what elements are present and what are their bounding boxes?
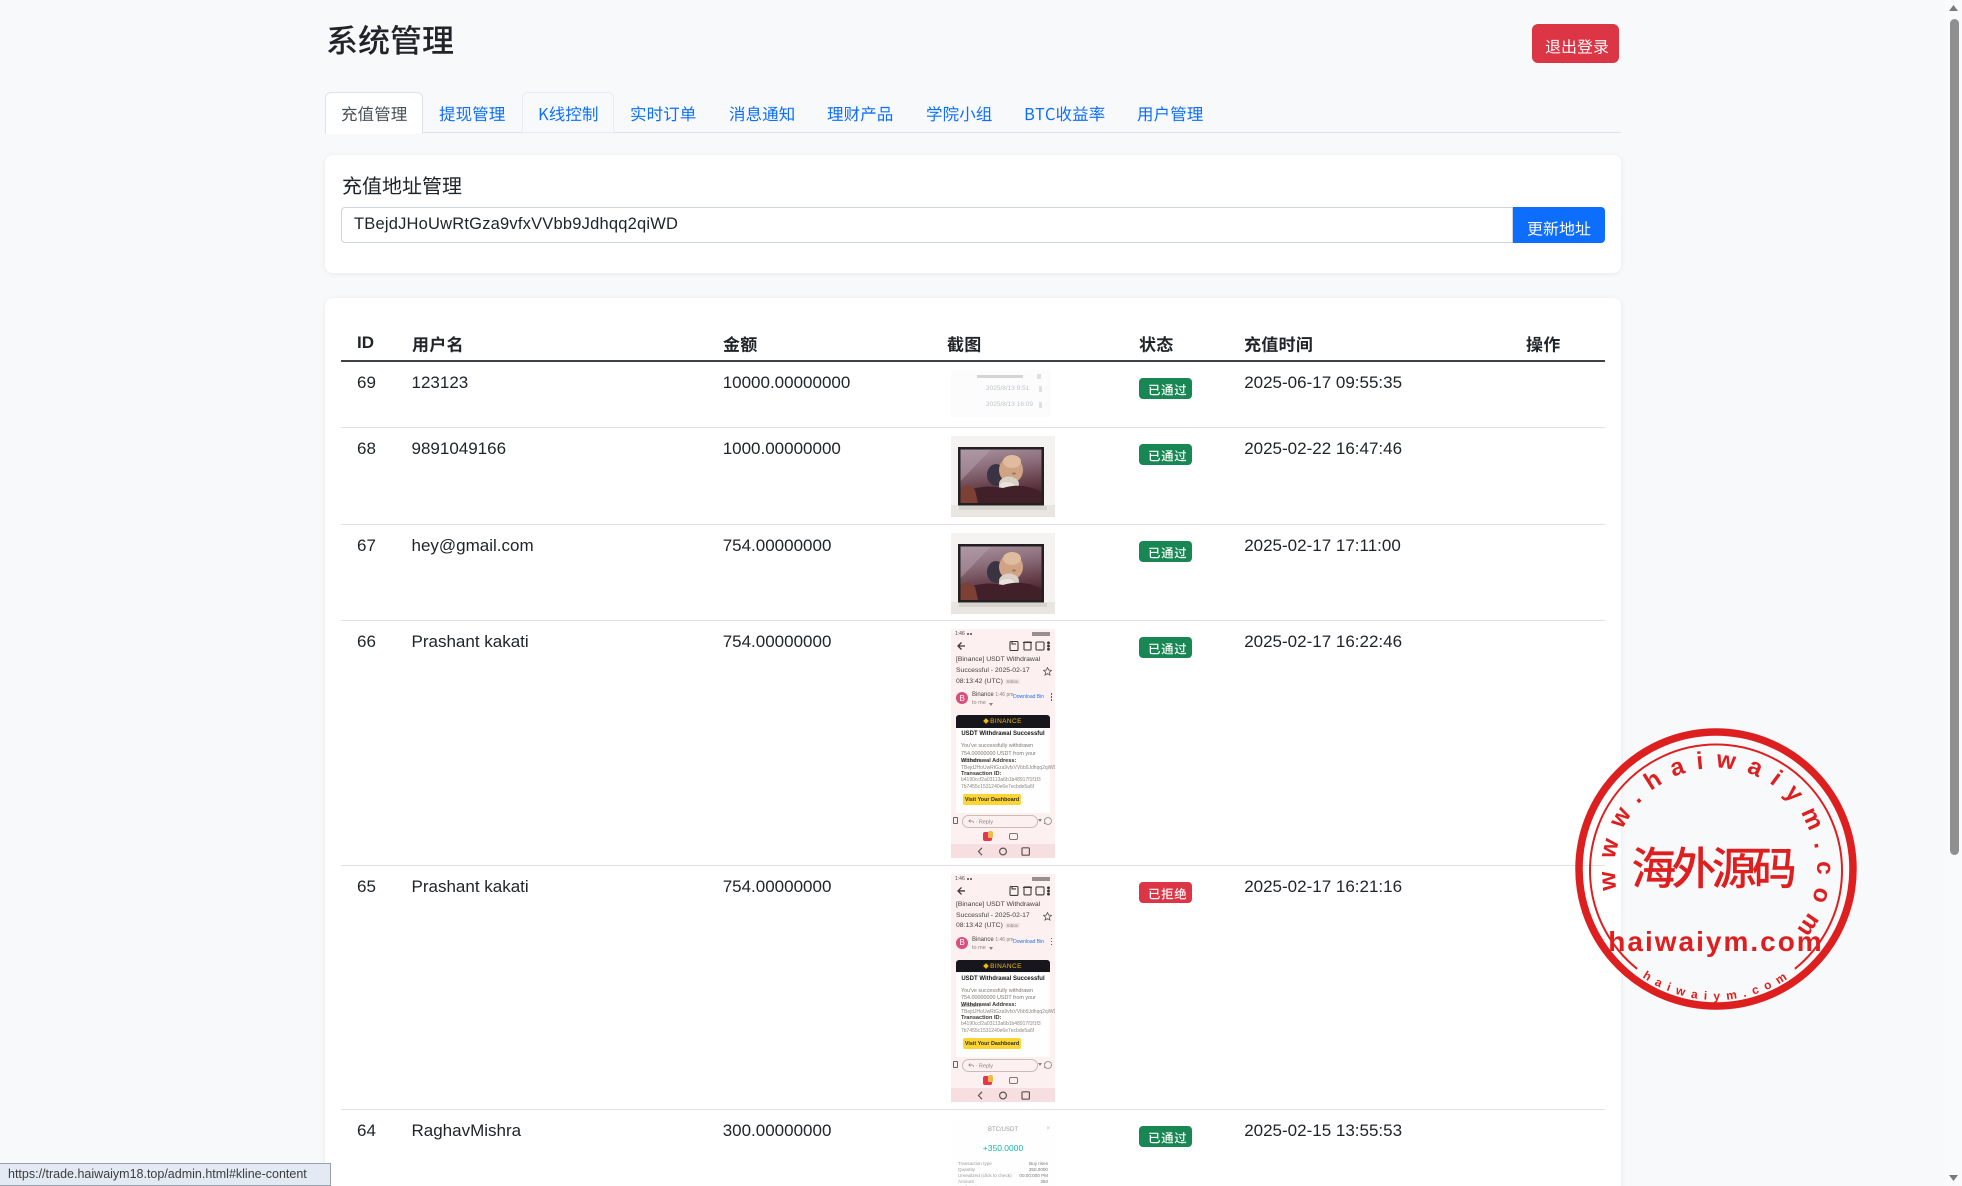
svg-text:www.haiwaiym.com: www.haiwaiym.com xyxy=(1593,746,1838,951)
svg-text:haiwaiym.com: haiwaiym.com xyxy=(1608,926,1823,957)
